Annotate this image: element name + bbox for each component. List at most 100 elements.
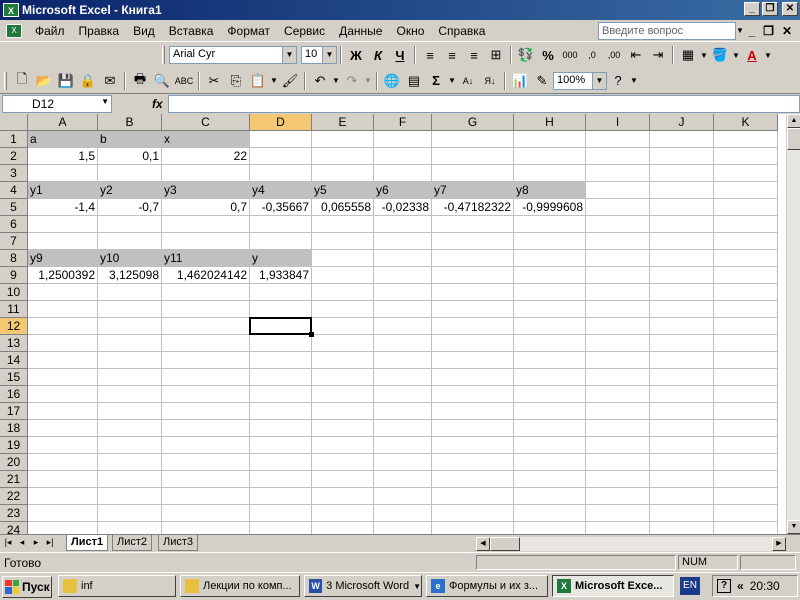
cell-h4[interactable]: y8 xyxy=(514,182,586,199)
cell-e4[interactable]: y5 xyxy=(312,182,374,199)
paste-icon[interactable]: 📋 xyxy=(247,70,269,92)
menu-insert[interactable]: Вставка xyxy=(162,24,221,38)
workbook-icon[interactable]: X xyxy=(6,23,22,38)
cell-j19[interactable] xyxy=(650,437,714,454)
redo-icon[interactable]: ↷ xyxy=(341,70,363,92)
spreadsheet-grid[interactable]: ABCDEFGHIJK 1 a b x 2 1,5 0,1 22 3 4 y1 y2 y3 y4 y5 y6 y… xyxy=(0,114,786,534)
cell-g8[interactable] xyxy=(432,250,514,267)
cell-g19[interactable] xyxy=(432,437,514,454)
chevron-down-icon[interactable]: ▼ xyxy=(699,44,709,66)
cell-b18[interactable] xyxy=(98,420,162,437)
row-header-2[interactable]: 2 xyxy=(0,148,28,165)
cell-f20[interactable] xyxy=(374,454,432,471)
cell-j14[interactable] xyxy=(650,352,714,369)
cell-j6[interactable] xyxy=(650,216,714,233)
cell-e13[interactable] xyxy=(312,335,374,352)
cell-i7[interactable] xyxy=(586,233,650,250)
cell-g3[interactable] xyxy=(432,165,514,182)
cell-g24[interactable] xyxy=(432,522,514,534)
decrease-indent-icon[interactable]: ⇤ xyxy=(625,44,647,66)
cell-a14[interactable] xyxy=(28,352,98,369)
underline-button[interactable]: Ч xyxy=(389,44,411,66)
cell-i20[interactable] xyxy=(586,454,650,471)
scroll-left-button[interactable]: ◀ xyxy=(476,537,490,551)
row-header-3[interactable]: 3 xyxy=(0,165,28,182)
cell-i24[interactable] xyxy=(586,522,650,534)
cell-a8[interactable]: y9 xyxy=(28,250,98,267)
cell-a10[interactable] xyxy=(28,284,98,301)
cell-c22[interactable] xyxy=(162,488,250,505)
cell-c10[interactable] xyxy=(162,284,250,301)
cell-b23[interactable] xyxy=(98,505,162,522)
cell-c9[interactable]: 1,462024142 xyxy=(162,267,250,284)
row-header-14[interactable]: 14 xyxy=(0,352,28,369)
next-sheet-icon[interactable]: ▸ xyxy=(30,537,42,548)
cell-a4[interactable]: y1 xyxy=(28,182,98,199)
cell-i10[interactable] xyxy=(586,284,650,301)
cell-b16[interactable] xyxy=(98,386,162,403)
format-painter-icon[interactable]: 🖌 xyxy=(279,70,301,92)
cell-b19[interactable] xyxy=(98,437,162,454)
cell-a19[interactable] xyxy=(28,437,98,454)
menu-format[interactable]: Формат xyxy=(220,24,277,38)
cell-k6[interactable] xyxy=(714,216,778,233)
increase-decimal-icon[interactable]: ,0 xyxy=(581,44,603,66)
cell-g10[interactable] xyxy=(432,284,514,301)
cell-j9[interactable] xyxy=(650,267,714,284)
chevron-down-icon[interactable]: ▼ xyxy=(629,70,639,92)
close-button[interactable]: ✕ xyxy=(782,2,798,16)
chevron-down-icon[interactable]: ▼ xyxy=(101,97,109,106)
cell-b6[interactable] xyxy=(98,216,162,233)
cell-e16[interactable] xyxy=(312,386,374,403)
cell-a12[interactable] xyxy=(28,318,98,335)
prev-sheet-icon[interactable]: ◂ xyxy=(16,537,28,548)
chevron-down-icon[interactable]: ▼ xyxy=(731,44,741,66)
cell-a6[interactable] xyxy=(28,216,98,233)
cell-h14[interactable] xyxy=(514,352,586,369)
cell-d4[interactable]: y4 xyxy=(250,182,312,199)
column-header-j[interactable]: J xyxy=(650,114,714,131)
chevron-down-icon[interactable]: ▼ xyxy=(592,72,606,89)
cell-i4[interactable] xyxy=(586,182,650,199)
cell-f1[interactable] xyxy=(374,131,432,148)
cell-a22[interactable] xyxy=(28,488,98,505)
column-header-g[interactable]: G xyxy=(432,114,514,131)
cell-j10[interactable] xyxy=(650,284,714,301)
cell-h2[interactable] xyxy=(514,148,586,165)
row-header-22[interactable]: 22 xyxy=(0,488,28,505)
column-header-e[interactable]: E xyxy=(312,114,374,131)
cell-f3[interactable] xyxy=(374,165,432,182)
cell-g6[interactable] xyxy=(432,216,514,233)
cell-i9[interactable] xyxy=(586,267,650,284)
italic-button[interactable]: К xyxy=(367,44,389,66)
cell-b11[interactable] xyxy=(98,301,162,318)
horizontal-scrollbar[interactable]: ◀ ▶ xyxy=(476,537,786,551)
cell-h3[interactable] xyxy=(514,165,586,182)
font-color-icon[interactable]: A xyxy=(741,44,763,66)
cell-e19[interactable] xyxy=(312,437,374,454)
cell-g17[interactable] xyxy=(432,403,514,420)
menu-file[interactable]: Файл xyxy=(28,24,72,38)
cell-h20[interactable] xyxy=(514,454,586,471)
cell-a16[interactable] xyxy=(28,386,98,403)
cell-d1[interactable] xyxy=(250,131,312,148)
cell-f21[interactable] xyxy=(374,471,432,488)
cell-e9[interactable] xyxy=(312,267,374,284)
cell-g13[interactable] xyxy=(432,335,514,352)
row-header-17[interactable]: 17 xyxy=(0,403,28,420)
save-icon[interactable]: 💾 xyxy=(55,70,77,92)
cell-b9[interactable]: 3,125098 xyxy=(98,267,162,284)
cell-i23[interactable] xyxy=(586,505,650,522)
cell-k10[interactable] xyxy=(714,284,778,301)
cell-c16[interactable] xyxy=(162,386,250,403)
cell-k15[interactable] xyxy=(714,369,778,386)
cell-k23[interactable] xyxy=(714,505,778,522)
help-icon[interactable]: ? xyxy=(607,70,629,92)
cell-k13[interactable] xyxy=(714,335,778,352)
row-header-13[interactable]: 13 xyxy=(0,335,28,352)
doc-close-button[interactable]: ✕ xyxy=(782,24,792,38)
cell-e17[interactable] xyxy=(312,403,374,420)
cell-j13[interactable] xyxy=(650,335,714,352)
cell-g23[interactable] xyxy=(432,505,514,522)
cell-i6[interactable] xyxy=(586,216,650,233)
